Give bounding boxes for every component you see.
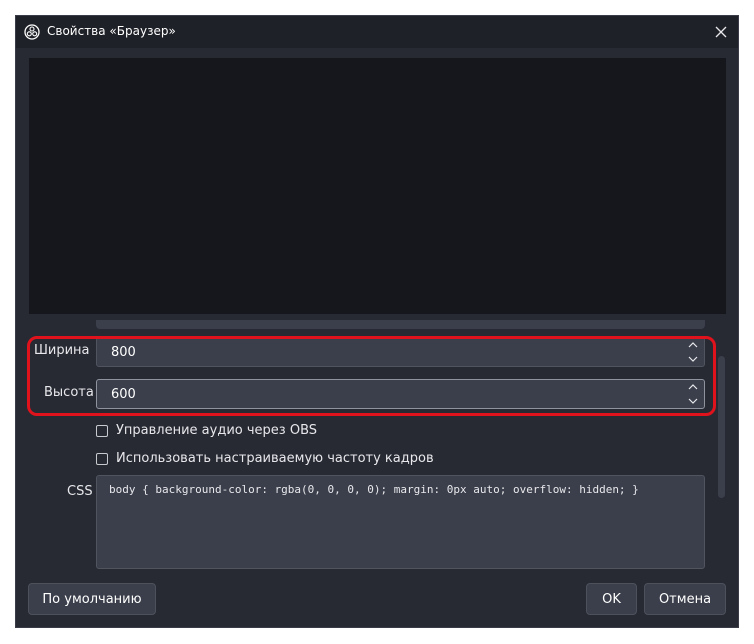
ok-button[interactable]: OK — [586, 583, 637, 615]
custom-fps-checkbox[interactable] — [96, 452, 108, 465]
cancel-button[interactable]: Отмена — [644, 583, 726, 615]
width-label: Ширина — [34, 343, 90, 358]
custom-fps-checkbox-row[interactable]: Использовать настраиваемую частоту кадро… — [96, 451, 434, 466]
width-decrement[interactable] — [686, 353, 700, 365]
chevron-up-icon — [688, 342, 698, 348]
chevron-up-icon — [688, 384, 698, 390]
height-increment[interactable] — [686, 381, 700, 393]
properties-scrollbar[interactable] — [718, 318, 726, 576]
custom-fps-label: Использовать настраиваемую частоту кадро… — [116, 451, 434, 466]
css-textarea[interactable]: body { background-color: rgba(0, 0, 0, 0… — [96, 475, 705, 569]
chevron-down-icon — [688, 398, 698, 404]
close-button[interactable] — [712, 23, 730, 41]
css-label: CSS — [67, 484, 93, 499]
title-bar: Свойства «Браузер» — [16, 16, 738, 48]
chevron-down-icon — [688, 356, 698, 362]
audio-control-checkbox[interactable] — [96, 424, 108, 437]
width-stepper — [684, 339, 702, 365]
width-value[interactable]: 800 — [111, 345, 136, 360]
defaults-button[interactable]: По умолчанию — [28, 583, 156, 615]
width-increment[interactable] — [686, 339, 700, 351]
scrollbar-thumb[interactable] — [718, 356, 725, 498]
properties-dialog: Свойства «Браузер» Ширина 800 Высота 600 — [15, 15, 739, 628]
height-value[interactable]: 600 — [111, 387, 136, 402]
height-label: Высота — [44, 385, 94, 400]
scrolled-field-edge — [96, 320, 705, 329]
css-value[interactable]: body { background-color: rgba(0, 0, 0, 0… — [109, 483, 639, 496]
height-decrement[interactable] — [686, 395, 700, 407]
height-stepper — [684, 381, 702, 407]
obs-logo-icon — [24, 24, 40, 40]
audio-control-checkbox-row[interactable]: Управление аудио через OBS — [96, 423, 317, 438]
browser-preview — [29, 58, 726, 314]
close-icon — [715, 26, 727, 38]
audio-control-label: Управление аудио через OBS — [116, 423, 318, 438]
height-spinbox[interactable]: 600 — [96, 379, 705, 409]
window-title: Свойства «Браузер» — [47, 24, 176, 38]
width-spinbox[interactable]: 800 — [96, 337, 705, 367]
